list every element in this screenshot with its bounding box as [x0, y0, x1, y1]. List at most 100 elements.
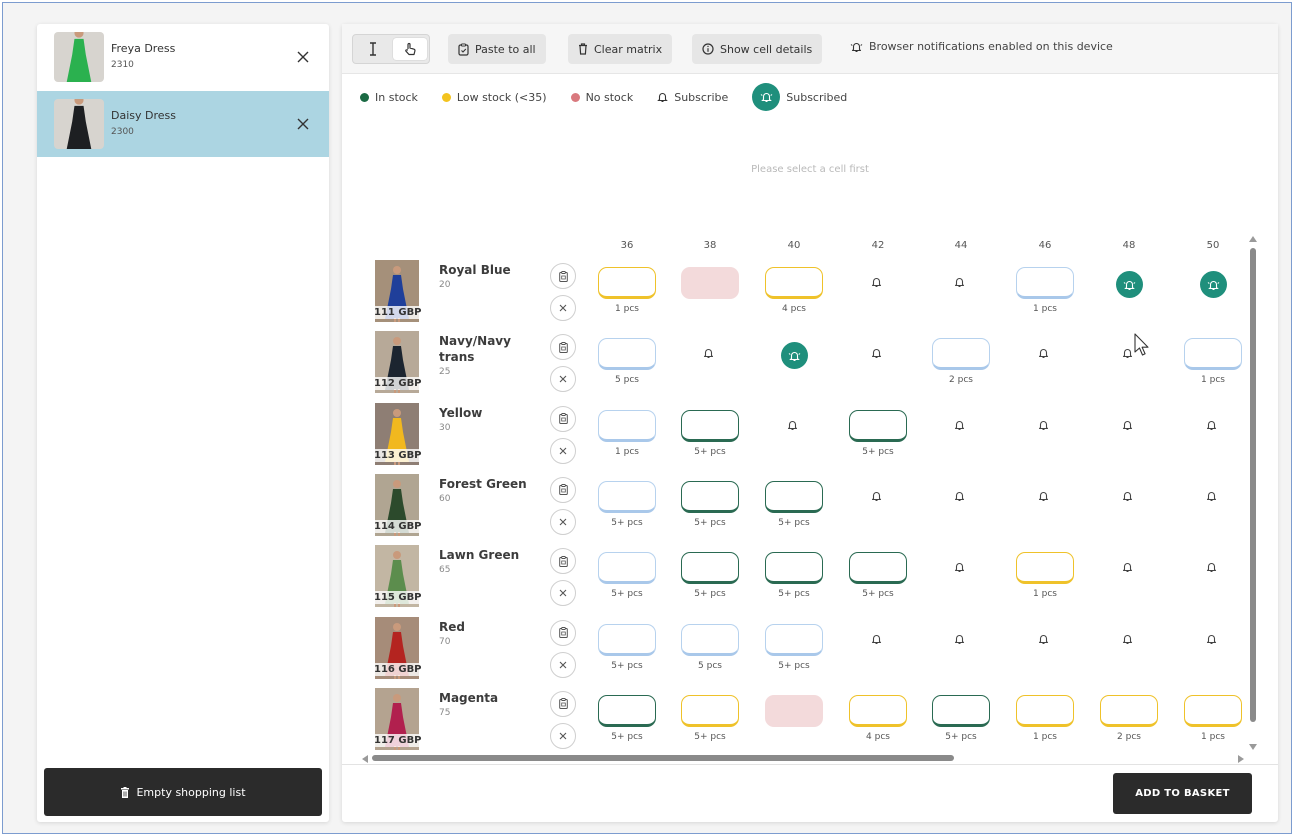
empty-shopping-list-button[interactable]: Empty shopping list — [44, 768, 322, 816]
matrix-cell[interactable]: 5+ pcs — [597, 694, 657, 745]
close-icon[interactable] — [294, 48, 312, 66]
quantity-input-box[interactable] — [1016, 552, 1074, 585]
add-to-basket-button[interactable]: ADD TO BASKET — [1113, 773, 1252, 814]
matrix-cell[interactable]: 5+ pcs — [848, 409, 908, 460]
matrix-cell[interactable] — [764, 410, 824, 460]
paste-to-all-button[interactable]: Paste to all — [448, 34, 546, 64]
matrix-cell[interactable] — [1099, 338, 1159, 388]
matrix-cell[interactable]: 5 pcs — [597, 338, 657, 388]
matrix-cell[interactable] — [931, 552, 991, 602]
quantity-input-box[interactable] — [1016, 267, 1074, 299]
quantity-input-box[interactable] — [765, 267, 823, 299]
matrix-cell[interactable] — [1099, 552, 1159, 602]
quantity-input-box[interactable] — [932, 694, 990, 727]
quantity-input-box[interactable] — [849, 409, 907, 442]
matrix-cell[interactable]: 5+ pcs — [848, 552, 908, 602]
matrix-cell[interactable]: 2 pcs — [1099, 694, 1159, 745]
matrix-cell[interactable]: 5+ pcs — [597, 623, 657, 674]
paste-row-button[interactable] — [550, 476, 576, 503]
matrix-cell[interactable] — [1099, 410, 1159, 460]
matrix-cell[interactable] — [680, 267, 740, 317]
matrix-cell[interactable]: 1 pcs — [1183, 694, 1243, 745]
quantity-input-box[interactable] — [598, 480, 656, 513]
matrix-cell[interactable] — [1183, 552, 1243, 602]
quantity-input-box[interactable] — [598, 267, 656, 299]
quantity-input-box[interactable] — [598, 409, 656, 442]
quantity-input-box[interactable] — [1100, 694, 1158, 727]
matrix-cell[interactable]: 1 pcs — [1183, 338, 1243, 388]
clear-matrix-button[interactable]: Clear matrix — [568, 34, 673, 64]
quantity-input-box[interactable] — [681, 552, 739, 585]
matrix-cell[interactable]: 5 pcs — [680, 623, 740, 674]
matrix-cell[interactable] — [1099, 481, 1159, 531]
quantity-input-box[interactable] — [932, 338, 990, 371]
quantity-input-box[interactable] — [849, 552, 907, 585]
quantity-input-box[interactable] — [681, 480, 739, 513]
matrix-cell[interactable]: 5+ pcs — [764, 552, 824, 602]
quantity-input-box[interactable] — [765, 623, 823, 656]
matrix-cell[interactable]: 5+ pcs — [680, 409, 740, 460]
paste-row-button[interactable] — [550, 690, 576, 717]
matrix-cell[interactable] — [764, 338, 824, 388]
quantity-input-box[interactable] — [1184, 694, 1242, 727]
clear-row-button[interactable] — [550, 580, 576, 607]
matrix-cell[interactable] — [848, 338, 908, 388]
matrix-cell[interactable] — [931, 267, 991, 317]
show-cell-details-button[interactable]: Show cell details — [692, 34, 823, 64]
matrix-cell[interactable] — [931, 481, 991, 531]
quantity-input-box[interactable] — [765, 694, 823, 727]
matrix-cell[interactable]: 1 pcs — [597, 267, 657, 317]
matrix-cell[interactable]: 5+ pcs — [680, 694, 740, 745]
matrix-cell[interactable] — [848, 481, 908, 531]
matrix-cell[interactable]: 5+ pcs — [764, 480, 824, 531]
quantity-input-box[interactable] — [598, 552, 656, 585]
clear-row-button[interactable] — [550, 651, 576, 678]
close-icon[interactable] — [294, 115, 312, 133]
matrix-cell[interactable]: 5+ pcs — [597, 480, 657, 531]
clear-row-button[interactable] — [550, 722, 576, 749]
matrix-cell[interactable]: 4 pcs — [764, 267, 824, 317]
matrix-cell[interactable] — [764, 694, 824, 745]
matrix-cell[interactable] — [931, 410, 991, 460]
matrix-cell[interactable]: 1 pcs — [1015, 694, 1075, 745]
matrix-cell[interactable] — [1183, 481, 1243, 531]
matrix-cell[interactable] — [1183, 267, 1243, 317]
vertical-scroll-thumb[interactable] — [1250, 248, 1256, 722]
quantity-input-box[interactable] — [598, 338, 656, 371]
quantity-input-box[interactable] — [765, 552, 823, 585]
matrix-cell[interactable]: 5+ pcs — [597, 552, 657, 602]
quantity-input-box[interactable] — [849, 694, 907, 727]
matrix-cell[interactable] — [1183, 410, 1243, 460]
matrix-cell[interactable] — [848, 267, 908, 317]
quantity-input-box[interactable] — [765, 480, 823, 513]
matrix-cell[interactable] — [680, 338, 740, 388]
matrix-cell[interactable] — [1015, 624, 1075, 674]
paste-row-button[interactable] — [550, 405, 576, 432]
clear-row-button[interactable] — [550, 437, 576, 464]
quantity-input-box[interactable] — [1184, 338, 1242, 371]
matrix-cell[interactable]: 1 pcs — [1015, 267, 1075, 317]
matrix-cell[interactable] — [1099, 267, 1159, 317]
quantity-input-box[interactable] — [681, 267, 739, 299]
quantity-input-box[interactable] — [1016, 694, 1074, 727]
matrix-cell[interactable]: 2 pcs — [931, 338, 991, 388]
clear-row-button[interactable] — [550, 366, 576, 393]
matrix-cell[interactable] — [931, 624, 991, 674]
matrix-cell[interactable]: 5+ pcs — [680, 552, 740, 602]
quantity-input-box[interactable] — [681, 409, 739, 442]
paste-row-button[interactable] — [550, 619, 576, 646]
quantity-input-box[interactable] — [681, 694, 739, 727]
quantity-input-box[interactable] — [598, 694, 656, 727]
matrix-cell[interactable] — [1183, 624, 1243, 674]
clear-row-button[interactable] — [550, 508, 576, 535]
shopping-list-item[interactable]: Daisy Dress 2300 — [37, 91, 329, 157]
matrix-cell[interactable] — [1015, 481, 1075, 531]
quantity-input-box[interactable] — [598, 623, 656, 656]
matrix-cell[interactable]: 5+ pcs — [680, 480, 740, 531]
matrix-cell[interactable] — [1015, 338, 1075, 388]
horizontal-scroll-thumb[interactable] — [372, 755, 954, 761]
quantity-input-box[interactable] — [681, 623, 739, 656]
paste-row-button[interactable] — [550, 548, 576, 575]
matrix-cell[interactable] — [848, 624, 908, 674]
matrix-cell[interactable]: 5+ pcs — [931, 694, 991, 745]
